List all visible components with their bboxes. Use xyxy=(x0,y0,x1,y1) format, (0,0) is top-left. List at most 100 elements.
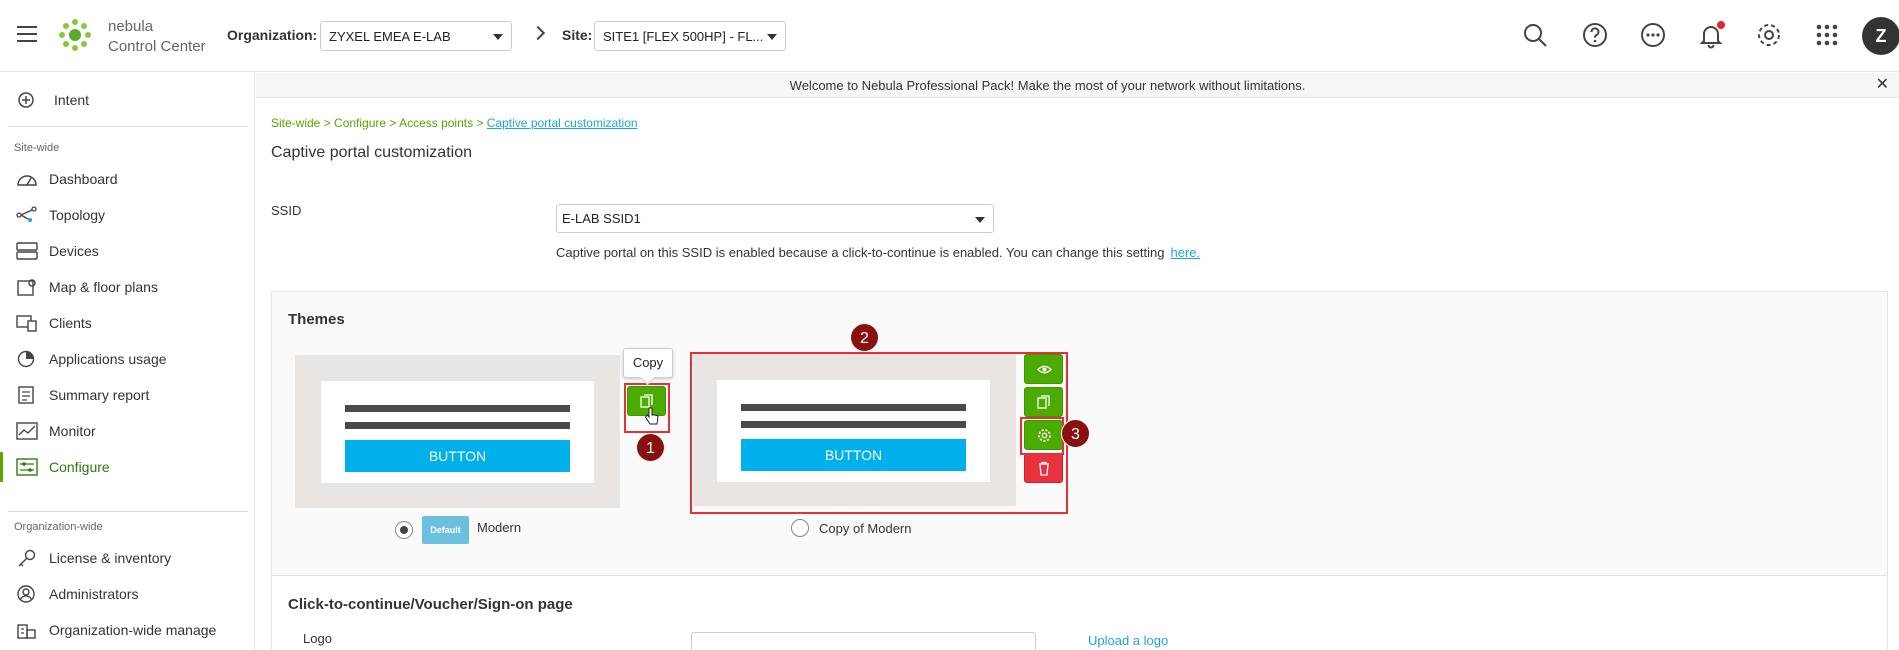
change-setting-link[interactable]: here. xyxy=(1171,245,1201,260)
step-marker-1: 1 xyxy=(636,433,665,462)
chevron-down-icon xyxy=(493,34,503,40)
sidebar-item-label: Devices xyxy=(49,243,99,259)
divider xyxy=(8,511,248,512)
devices-icon xyxy=(16,242,38,260)
close-icon[interactable]: ✕ xyxy=(1876,76,1889,94)
dashboard-icon xyxy=(17,175,37,186)
preview-text-line xyxy=(741,404,966,411)
click-to-continue-panel xyxy=(271,577,1888,650)
sidebar-item-label: Clients xyxy=(49,315,92,331)
sidebar-section-site-wide: Site-wide xyxy=(14,142,60,154)
sidebar-item-administrators[interactable]: Administrators xyxy=(0,577,255,611)
chevron-down-icon xyxy=(975,217,985,223)
sidebar-item-topology[interactable]: Topology xyxy=(0,198,255,232)
site-select[interactable]: SITE1 [FLEX 500HP] - FL... xyxy=(594,21,786,51)
step-marker-3: 3 xyxy=(1061,419,1090,448)
building-icon xyxy=(17,624,36,639)
preview-text-line xyxy=(741,421,966,428)
ssid-note-text: Captive portal on this SSID is enabled b… xyxy=(556,245,1165,260)
theme-preview-modern[interactable]: BUTTON xyxy=(295,355,620,508)
ssid-select[interactable]: E-LAB SSID1 xyxy=(556,204,994,233)
trash-icon xyxy=(1039,461,1049,476)
sidebar-item-map-floor-plans[interactable]: Map & floor plans xyxy=(0,270,255,304)
sidebar-item-applications-usage[interactable]: Applications usage xyxy=(0,342,255,376)
chevron-down-icon xyxy=(767,34,777,40)
sidebar-item-clients[interactable]: Clients xyxy=(0,306,255,340)
upload-logo-link[interactable]: Upload a logo xyxy=(1088,633,1168,648)
divider xyxy=(8,126,248,127)
top-bar: nebula Control Center Organization: ZYXE… xyxy=(0,0,1899,72)
monitor-icon xyxy=(16,422,38,440)
sidebar-item-license-inventory[interactable]: License & inventory xyxy=(0,541,255,575)
more-icon[interactable] xyxy=(1638,20,1668,50)
breadcrumb: Site-wide > Configure > Access points > … xyxy=(271,116,638,130)
map-icon xyxy=(17,279,36,296)
sidebar-item-label: Dashboard xyxy=(49,171,118,187)
sidebar-item-label: Monitor xyxy=(49,423,96,439)
notification-dot xyxy=(1717,21,1725,29)
nebula-logo-icon[interactable] xyxy=(58,18,92,52)
ssid-select-value: E-LAB SSID1 xyxy=(562,211,641,226)
preview-text-line xyxy=(345,422,570,429)
sidebar-item-configure[interactable]: Configure xyxy=(0,450,255,484)
theme-preview-frame: BUTTON xyxy=(717,380,990,482)
theme-modern-name: Modern xyxy=(477,520,522,535)
preview-theme-button[interactable] xyxy=(1024,354,1063,384)
sidebar-item-label: Configure xyxy=(49,459,110,475)
promo-banner: Welcome to Nebula Professional Pack! Mak… xyxy=(256,73,1899,98)
theme-preview-frame: BUTTON xyxy=(321,381,594,483)
highlight-box-3 xyxy=(1020,417,1064,455)
preview-button: BUTTON xyxy=(741,439,966,471)
sidebar: Intent Site-wide Dashboard Topology Devi… xyxy=(0,73,255,650)
org-select[interactable]: ZYXEL EMEA E-LAB xyxy=(320,21,512,51)
preview-text-line xyxy=(345,405,570,412)
search-icon[interactable] xyxy=(1520,20,1550,50)
preview-button: BUTTON xyxy=(345,440,570,472)
brand-line-1: nebula xyxy=(108,18,154,35)
sidebar-item-label: Summary report xyxy=(49,387,150,403)
sidebar-item-label: Organization-wide manage xyxy=(49,622,217,638)
report-icon xyxy=(18,386,34,404)
chevron-right-icon xyxy=(530,25,546,41)
default-badge: Default xyxy=(422,516,469,544)
theme-preview-copy-of-modern[interactable]: BUTTON xyxy=(693,354,1016,506)
site-select-value: SITE1 [FLEX 500HP] - FL... xyxy=(603,29,764,44)
sidebar-item-monitor[interactable]: Monitor xyxy=(0,414,255,448)
topology-icon xyxy=(16,206,37,222)
theme-copy-of-modern-radio[interactable] xyxy=(791,519,809,537)
site-label: Site: xyxy=(562,27,593,43)
copy-theme-button[interactable] xyxy=(1024,387,1063,417)
logo-preview-box xyxy=(691,632,1036,650)
sidebar-item-dashboard[interactable]: Dashboard xyxy=(0,162,255,196)
avatar[interactable]: Z xyxy=(1862,17,1899,55)
sidebar-item-label: Administrators xyxy=(49,586,139,602)
sidebar-item-intent[interactable]: Intent xyxy=(0,83,255,117)
clients-icon xyxy=(16,315,37,332)
gear-icon[interactable] xyxy=(1754,20,1784,50)
sidebar-item-summary-report[interactable]: Summary report xyxy=(0,378,255,412)
page-title: Captive portal customization xyxy=(271,144,472,161)
theme-modern-radio[interactable] xyxy=(395,521,413,539)
delete-theme-button[interactable] xyxy=(1024,453,1063,483)
copy-icon xyxy=(1037,395,1050,409)
themes-title: Themes xyxy=(288,311,345,328)
sidebar-item-devices[interactable]: Devices xyxy=(0,234,255,268)
step-marker-2: 2 xyxy=(850,323,879,352)
hamburger-icon[interactable] xyxy=(17,26,37,42)
apps-grid-icon[interactable] xyxy=(1812,20,1842,50)
breadcrumb-current[interactable]: Captive portal customization xyxy=(487,116,638,130)
configure-icon xyxy=(16,458,38,476)
sidebar-section-organization-wide: Organization-wide xyxy=(14,521,103,533)
sidebar-item-label: Map & floor plans xyxy=(49,279,158,295)
copy-tooltip: Copy xyxy=(623,348,673,378)
admin-icon xyxy=(17,585,35,603)
sidebar-item-label: Topology xyxy=(49,207,106,223)
breadcrumb-path[interactable]: Site-wide > Configure > Access points > xyxy=(271,116,483,130)
theme-copy-of-modern-name: Copy of Modern xyxy=(819,521,912,536)
sidebar-item-organization-wide-manage[interactable]: Organization-wide manage xyxy=(0,613,255,647)
click-to-continue-title: Click-to-continue/Voucher/Sign-on page xyxy=(288,596,573,613)
sidebar-item-label: License & inventory xyxy=(49,550,172,566)
help-icon[interactable] xyxy=(1580,20,1610,50)
intent-icon xyxy=(18,92,34,108)
banner-text: Welcome to Nebula Professional Pack! Mak… xyxy=(789,78,1306,93)
